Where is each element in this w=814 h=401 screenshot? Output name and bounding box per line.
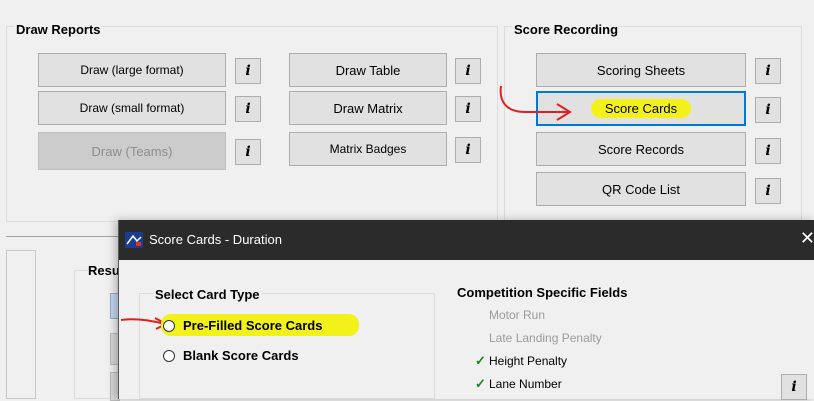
info-icon: i <box>245 101 251 117</box>
draw-teams-info-button[interactable]: i <box>235 139 261 165</box>
info-icon: i <box>765 102 771 118</box>
score-records-label: Score Records <box>598 141 684 157</box>
score-recording-title: Score Recording <box>512 22 621 37</box>
field-height-penalty-label: Height Penalty <box>489 354 568 368</box>
info-icon: i <box>465 142 471 158</box>
pre-filled-radio[interactable]: Pre-Filled Score Cards <box>163 318 322 333</box>
draw-matrix-label: Draw Matrix <box>333 100 403 116</box>
matrix-badges-button[interactable]: Matrix Badges <box>289 132 447 166</box>
score-records-info-button[interactable]: i <box>755 138 781 164</box>
field-lane-number[interactable]: ✓ Lane Number <box>475 376 562 392</box>
draw-small-format-button[interactable]: Draw (small format) <box>38 91 226 125</box>
draw-teams-button[interactable]: Draw (Teams) <box>38 132 226 170</box>
draw-matrix-info-button[interactable]: i <box>455 96 481 122</box>
blank-label: Blank Score Cards <box>183 348 299 363</box>
score-cards-dialog: Score Cards - Duration ✕ Select Card Typ… <box>118 220 814 400</box>
check-icon: ✓ <box>475 376 486 391</box>
score-cards-label: Score Cards <box>590 99 692 118</box>
radio-button-icon <box>163 349 175 362</box>
draw-small-info-button[interactable]: i <box>235 96 261 122</box>
draw-table-info-button[interactable]: i <box>455 58 481 84</box>
dialog-titlebar[interactable]: Score Cards - Duration ✕ <box>119 220 814 260</box>
competition-fields-title: Competition Specific Fields <box>457 285 628 300</box>
select-card-type-title: Select Card Type <box>153 287 262 302</box>
left-panel-box <box>6 250 36 399</box>
radio-button-icon <box>163 319 175 332</box>
draw-large-format-button[interactable]: Draw (large format) <box>38 53 226 87</box>
draw-table-button[interactable]: Draw Table <box>289 53 447 87</box>
info-icon: i <box>765 63 771 79</box>
field-late-landing-penalty[interactable]: Late Landing Penalty <box>475 331 602 345</box>
check-icon: ✓ <box>475 353 486 368</box>
scoring-sheets-info-button[interactable]: i <box>755 58 781 84</box>
select-card-type-groupbox <box>139 293 435 399</box>
results-title-partial: Resu <box>88 263 120 278</box>
app-icon <box>125 232 143 248</box>
info-icon: i <box>245 63 251 79</box>
score-records-button[interactable]: Score Records <box>536 132 746 166</box>
draw-teams-label: Draw (Teams) <box>91 143 173 159</box>
field-motor-run[interactable]: Motor Run <box>475 308 545 322</box>
scoring-sheets-label: Scoring Sheets <box>596 62 686 78</box>
divider-line <box>6 236 118 237</box>
close-icon[interactable]: ✕ <box>800 228 814 249</box>
draw-matrix-button[interactable]: Draw Matrix <box>289 91 447 125</box>
field-lane-number-label: Lane Number <box>489 377 562 391</box>
info-icon: i <box>465 63 471 79</box>
qr-code-list-label: QR Code List <box>601 181 681 197</box>
info-icon: i <box>765 183 771 199</box>
score-cards-info-button[interactable]: i <box>755 97 781 123</box>
matrix-badges-info-button[interactable]: i <box>455 137 481 163</box>
info-icon: i <box>765 143 771 159</box>
info-icon: i <box>791 379 797 395</box>
draw-small-format-label: Draw (small format) <box>79 101 185 115</box>
annotation-arrow-score-cards <box>499 85 572 121</box>
draw-large-info-button[interactable]: i <box>235 58 261 84</box>
draw-table-label: Draw Table <box>335 62 401 78</box>
dialog-title: Score Cards - Duration <box>149 232 282 247</box>
qr-code-list-button[interactable]: QR Code List <box>536 172 746 206</box>
info-icon: i <box>465 101 471 117</box>
matrix-badges-label: Matrix Badges <box>329 142 407 156</box>
competition-fields-info-button[interactable]: i <box>781 374 807 400</box>
draw-reports-title: Draw Reports <box>14 22 103 37</box>
field-height-penalty[interactable]: ✓ Height Penalty <box>475 353 567 369</box>
field-late-landing-label: Late Landing Penalty <box>489 331 602 345</box>
blank-radio[interactable]: Blank Score Cards <box>163 348 299 363</box>
info-icon: i <box>245 144 251 160</box>
field-motor-run-label: Motor Run <box>489 308 546 322</box>
pre-filled-label: Pre-Filled Score Cards <box>183 318 323 333</box>
qr-code-list-info-button[interactable]: i <box>755 178 781 204</box>
draw-large-format-label: Draw (large format) <box>80 63 184 77</box>
